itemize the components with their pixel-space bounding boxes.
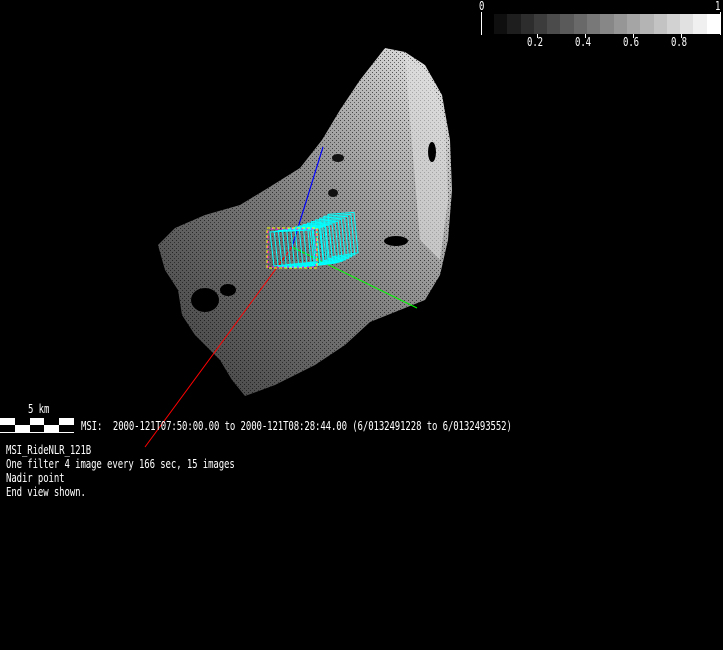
scale-bar-segment bbox=[0, 425, 15, 432]
pointing-mode: Nadir point bbox=[6, 472, 65, 487]
colorbar-min-label: 0 bbox=[479, 0, 485, 15]
colorbar-tick bbox=[681, 34, 682, 38]
colorbar-cell bbox=[494, 14, 508, 34]
colorbar-tick-label: 0.8 bbox=[671, 36, 687, 51]
colorbar-zero-tick bbox=[481, 12, 482, 35]
colorbar-tick-label: 0.2 bbox=[527, 36, 543, 51]
colorbar-tick-label: 0.4 bbox=[575, 36, 591, 51]
colorbar: 0 1 0.2 0.4 0.6 0.8 bbox=[0, 0, 723, 60]
scale-bar-label: 5 km bbox=[28, 403, 50, 418]
scale-bar bbox=[0, 418, 74, 433]
colorbar-tick bbox=[585, 34, 586, 38]
colorbar-cell bbox=[653, 14, 668, 34]
colorbar-cell bbox=[613, 14, 628, 34]
colorbar-cell bbox=[547, 14, 561, 34]
colorbar-cell bbox=[573, 14, 588, 34]
asteroid-3d-view[interactable] bbox=[0, 0, 723, 650]
colorbar-tick bbox=[633, 34, 634, 38]
asteroid-shape-model bbox=[158, 48, 452, 396]
colorbar-cell bbox=[520, 14, 535, 34]
scale-bar-segment bbox=[44, 418, 60, 425]
view-status: End view shown. bbox=[6, 486, 86, 501]
colorbar-cell bbox=[666, 14, 681, 34]
msi-time-range: MSI: 2000-121T07:50:00.00 to 2000-121T08… bbox=[81, 420, 512, 435]
colorbar-cell bbox=[706, 14, 721, 34]
colorbar-cell bbox=[507, 14, 522, 34]
sequence-name: MSI_RideNLR_121B bbox=[6, 444, 92, 459]
scale-bar-segment bbox=[14, 418, 30, 425]
colorbar-cell bbox=[560, 14, 575, 34]
sequence-description: One filter 4 image every 166 sec, 15 ima… bbox=[6, 458, 235, 473]
colorbar-tick bbox=[537, 34, 538, 38]
colorbar-cell bbox=[626, 14, 641, 34]
colorbar-cell bbox=[533, 14, 548, 34]
colorbar-cell bbox=[600, 14, 615, 34]
colorbar-cell bbox=[640, 14, 655, 34]
colorbar-cell bbox=[693, 14, 708, 34]
scale-bar-segment bbox=[29, 425, 45, 432]
colorbar-tick-label: 0.6 bbox=[623, 36, 639, 51]
colorbar-cell bbox=[680, 14, 694, 34]
colorbar-max-label: 1 bbox=[715, 0, 721, 15]
colorbar-cell bbox=[587, 14, 601, 34]
scale-bar-segment bbox=[59, 425, 74, 432]
